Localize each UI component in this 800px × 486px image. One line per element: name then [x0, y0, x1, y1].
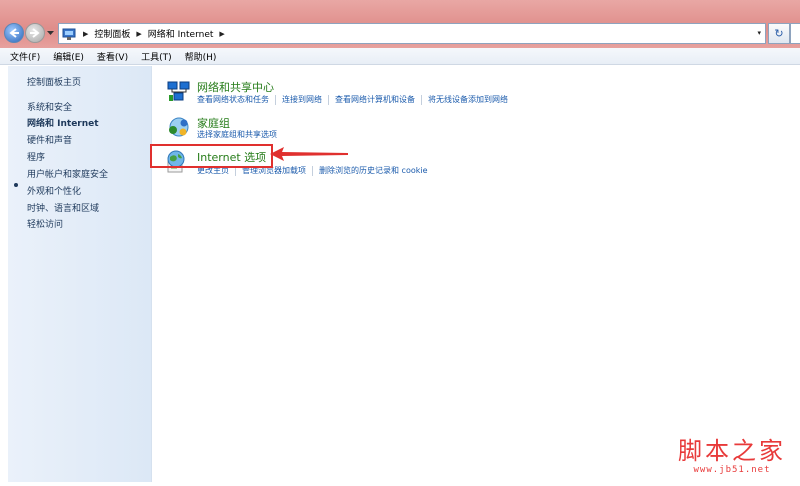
breadcrumb-separator[interactable]: ▶	[83, 30, 88, 38]
network-sharing-center-icon[interactable]	[167, 79, 191, 103]
network-sharing-center-links: 查看网络状态和任务 连接到网络 查看网络计算机和设备 将无线设备添加到网络	[197, 94, 508, 105]
menu-view[interactable]: 查看(V)	[97, 50, 128, 63]
link-homegroup-sharing-options[interactable]: 选择家庭组和共享选项	[197, 129, 277, 140]
link-delete-browsing-history[interactable]: 删除浏览的历史记录和 cookie	[319, 165, 428, 176]
menu-edit[interactable]: 编辑(E)	[53, 50, 84, 63]
link-view-network-computers[interactable]: 查看网络计算机和设备	[335, 94, 415, 105]
watermark: 脚本之家 www.jb51.net	[670, 437, 794, 475]
annotation-highlight-box	[150, 144, 273, 168]
breadcrumb-separator[interactable]: ▶	[136, 30, 141, 38]
navigation-buttons	[4, 20, 54, 46]
menu-help[interactable]: 帮助(H)	[185, 50, 217, 63]
address-bar[interactable]: ▶ 控制面板 ▶ 网络和 Internet ▶ ▾	[58, 23, 766, 44]
sidebar: 控制面板主页 系统和安全 网络和 Internet 硬件和声音 程序 用户帐户和…	[8, 66, 152, 482]
sidebar-item-system-security[interactable]: 系统和安全	[27, 100, 72, 113]
chevron-down-icon	[46, 30, 54, 35]
refresh-button[interactable]: ↻	[768, 23, 790, 44]
link-divider	[275, 94, 276, 105]
category-title-network-sharing-center[interactable]: 网络和共享中心	[197, 79, 274, 95]
sidebar-item-clock-language[interactable]: 时钟、语言和区域	[27, 201, 99, 214]
sidebar-item-programs[interactable]: 程序	[27, 150, 45, 163]
homegroup-icon[interactable]	[167, 115, 191, 139]
sidebar-item-ease-of-access[interactable]: 轻松访问	[27, 217, 63, 230]
active-item-bullet	[14, 183, 18, 187]
menu-tools[interactable]: 工具(T)	[141, 50, 172, 63]
recent-pages-dropdown[interactable]	[46, 25, 54, 41]
link-divider	[421, 94, 422, 105]
forward-arrow-icon	[30, 28, 40, 38]
forward-button[interactable]	[25, 23, 45, 43]
sidebar-item-user-accounts[interactable]: 用户帐户和家庭安全	[27, 167, 108, 180]
back-arrow-icon	[9, 28, 19, 38]
sidebar-item-hardware-sound[interactable]: 硬件和声音	[27, 133, 72, 146]
sidebar-item-network-internet[interactable]: 网络和 Internet	[27, 116, 99, 129]
control-panel-icon	[62, 28, 76, 40]
breadcrumb: ▶ 控制面板 ▶ 网络和 Internet ▶	[80, 27, 231, 41]
back-button[interactable]	[4, 23, 24, 43]
link-view-network-status[interactable]: 查看网络状态和任务	[197, 94, 269, 105]
menu-file[interactable]: 文件(F)	[10, 50, 40, 63]
sidebar-item-appearance[interactable]: 外观和个性化	[27, 184, 81, 197]
watermark-logo: 脚本之家	[678, 437, 786, 465]
watermark-url: www.jb51.net	[693, 465, 771, 475]
link-divider	[312, 165, 313, 176]
link-divider	[328, 94, 329, 105]
sidebar-item-home[interactable]: 控制面板主页	[27, 75, 81, 88]
breadcrumb-separator[interactable]: ▶	[219, 30, 224, 38]
breadcrumb-item-control-panel[interactable]: 控制面板	[94, 27, 130, 40]
search-input[interactable]	[790, 23, 800, 44]
link-connect-to-network[interactable]: 连接到网络	[282, 94, 322, 105]
address-dropdown-icon[interactable]: ▾	[757, 29, 761, 37]
annotation-arrow-icon	[270, 147, 348, 161]
breadcrumb-item-network[interactable]: 网络和 Internet	[148, 27, 214, 40]
homegroup-links: 选择家庭组和共享选项	[197, 129, 277, 140]
link-add-wireless-device[interactable]: 将无线设备添加到网络	[428, 94, 508, 105]
menu-bar: 文件(F) 编辑(E) 查看(V) 工具(T) 帮助(H)	[0, 48, 800, 65]
